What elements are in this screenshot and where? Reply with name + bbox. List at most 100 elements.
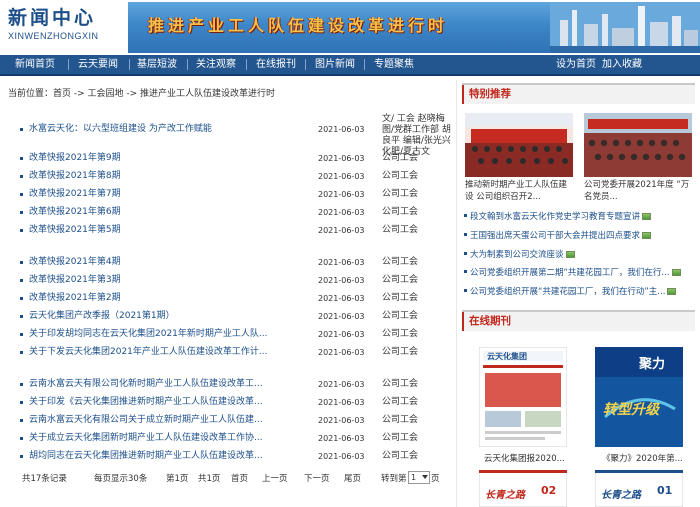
article-title[interactable]: 关于印发胡均同志在云天化集团2021年新时期产业工人队... <box>29 327 309 342</box>
article-title[interactable]: 胡均同志在云天化集团推进新时期产业工人队伍建设改革... <box>29 449 309 464</box>
article-title[interactable]: 改革快报2021年第2期 <box>29 291 309 306</box>
bullet-icon <box>20 315 23 318</box>
pager-first-link[interactable]: 首页 <box>231 472 248 486</box>
nav-separator <box>305 59 306 70</box>
newspaper-cover[interactable]: 云天化集团 <box>478 346 568 448</box>
photo-news-item[interactable]: 公司党委开展2021年度 “万名党员... <box>584 113 692 205</box>
list-item[interactable]: 改革快报2021年第8期 2021-06-03 公司工会 <box>20 169 450 184</box>
nav-item-photo-news[interactable]: 图片新闻 <box>315 55 355 74</box>
list-item[interactable]: 改革快报2021年第6期 2021-06-03 公司工会 <box>20 205 450 220</box>
pager-prev-link[interactable]: 上一页 <box>262 472 288 486</box>
bullet-icon <box>464 289 467 292</box>
bullet-icon <box>20 157 23 160</box>
breadcrumb: 当前位置：首页 -> 工会园地 -> 推进产业工人队伍建设改革进行时 <box>8 89 276 99</box>
page-select[interactable]: 1 <box>408 471 430 484</box>
bullet-icon <box>20 175 23 178</box>
list-item[interactable]: 水富云天化：以六型班组建设 为产改工作赋能 2021-06-03 文/ 工会 赵… <box>20 114 451 157</box>
article-title[interactable]: 云南水富云天有限公司化新时期产业工人队伍建设改革工... <box>29 377 309 392</box>
bullet-icon <box>20 419 23 422</box>
nav-item-home[interactable]: 新闻首页 <box>15 55 55 74</box>
pager-per-page: 每页显示30条 <box>94 474 148 484</box>
article-source: 公司工会 <box>382 171 419 181</box>
recommend-item-title[interactable]: 段文翰到水富云天化作党史学习教育专题宣讲 <box>470 212 640 222</box>
bullet-icon <box>20 401 23 404</box>
list-item[interactable]: 改革快报2021年第9期 2021-06-03 公司工会 <box>20 151 450 166</box>
article-source: 公司工会 <box>382 329 419 339</box>
list-item[interactable]: 胡均同志在云天化集团推进新时期产业工人队伍建设改革... 2021-06-03 … <box>20 449 450 464</box>
journal-issue: 02 <box>541 484 557 497</box>
list-item[interactable]: 改革快报2021年第2期 2021-06-03 公司工会 <box>20 291 450 306</box>
article-title[interactable]: 改革快报2021年第7期 <box>29 187 309 202</box>
list-item[interactable]: 改革快报2021年第5期 2021-06-03 公司工会 <box>20 223 450 238</box>
recommend-item[interactable]: 公司党委组织开展第二期“共建花园工厂，我们在行... <box>462 266 694 280</box>
article-title[interactable]: 云南水富云天化有限公司关于成立新时期产业工人队伍建... <box>29 413 309 428</box>
article-title[interactable]: 改革快报2021年第3期 <box>29 273 309 288</box>
recommend-item-title[interactable]: 公司党委组织开展第二期“共建花园工厂，我们在行... <box>470 268 670 278</box>
photo-news-item[interactable]: 推动新时期产业工人队伍建设 公司组织召开2... <box>465 113 573 205</box>
site-logo[interactable]: 新闻中心 XINWENZHONGXIN <box>8 6 118 50</box>
recommend-item[interactable]: 王国强出席天蛋公司干部大会并提出四点要求 <box>462 229 694 243</box>
online-journals-header: 在线期刊 <box>462 310 695 331</box>
recommend-item[interactable]: 段文翰到水富云天化作党史学习教育专题宣讲 <box>462 210 694 224</box>
article-title[interactable]: 改革快报2021年第9期 <box>29 151 309 166</box>
article-title[interactable]: 云天化集团产改季报（2021第1期） <box>29 309 309 324</box>
pager-total: 共17条记录 <box>22 474 67 484</box>
list-item[interactable]: 改革快报2021年第7期 2021-06-03 公司工会 <box>20 187 450 202</box>
article-date: 2021-06-03 <box>318 154 365 163</box>
magazine-cover[interactable]: 聚力 转型升级 <box>595 347 683 447</box>
article-title[interactable]: 改革快报2021年第4期 <box>29 255 309 270</box>
photo-caption[interactable]: 公司党委开展2021年度 “万名党员... <box>584 179 692 203</box>
article-date: 2021-06-03 <box>318 172 365 181</box>
magazine-caption[interactable]: 《聚力》2020年第... <box>602 452 683 464</box>
list-item[interactable]: 改革快报2021年第3期 2021-06-03 公司工会 <box>20 273 450 288</box>
nav-item-focus[interactable]: 关注观察 <box>196 55 236 74</box>
article-title[interactable]: 改革快报2021年第6期 <box>29 205 309 220</box>
pager-last-link[interactable]: 尾页 <box>344 472 361 486</box>
nav-item-headlines[interactable]: 云天要闻 <box>78 55 118 74</box>
journal-masthead: 长青之路 <box>601 490 641 501</box>
article-title[interactable]: 水富云天化：以六型班组建设 为产改工作赋能 <box>29 122 309 137</box>
list-item[interactable]: 云天化集团产改季报（2021第1期） 2021-06-03 公司工会 <box>20 309 450 324</box>
main-nav: 新闻首页 云天要闻 基层短波 关注观察 在线报刊 图片新闻 专题聚焦 设为首页 … <box>0 55 700 76</box>
set-homepage-link[interactable]: 设为首页 <box>556 55 596 74</box>
nav-item-topics[interactable]: 专题聚焦 <box>374 55 414 74</box>
article-title[interactable]: 关于成立云天化集团新时期产业工人队伍建设改革工作协... <box>29 431 309 446</box>
journal-cover[interactable]: 长青之路 02 <box>478 469 568 507</box>
article-title[interactable]: 关于下发云天化集团2021年产业工人队伍建设改革工作计... <box>29 345 309 360</box>
recommend-item-title[interactable]: 公司党委组织开展“共建花园工厂，我们在行动”主... <box>470 287 665 297</box>
factory-skyline-image <box>550 2 700 53</box>
newspaper-cover-image <box>478 346 568 448</box>
bullet-icon <box>20 351 23 354</box>
special-recommend-header: 特别推荐 <box>462 83 695 104</box>
nav-separator <box>129 59 130 70</box>
recommend-item-title[interactable]: 王国强出席天蛋公司干部大会并提出四点要求 <box>470 231 640 241</box>
list-item[interactable]: 关于成立云天化集团新时期产业工人队伍建设改革工作协... 2021-06-03 … <box>20 431 450 446</box>
recommend-item[interactable]: 大为制素到公司交流座谈 <box>462 248 694 262</box>
newspaper-caption[interactable]: 云天化集团报2020... <box>484 452 565 464</box>
bullet-icon <box>464 233 467 236</box>
image-icon <box>565 251 575 258</box>
photo-caption[interactable]: 推动新时期产业工人队伍建设 公司组织召开2... <box>465 179 573 203</box>
meeting-photo <box>465 113 573 177</box>
nav-separator <box>246 59 247 70</box>
journal-cover[interactable]: 长青之路 01 <box>594 469 684 507</box>
article-title[interactable]: 关于印发《云天化集团推进新时期产业工人队伍建设改革... <box>29 395 309 410</box>
nav-item-grassroots[interactable]: 基层短波 <box>137 55 177 74</box>
list-item[interactable]: 云南水富云天化有限公司关于成立新时期产业工人队伍建... 2021-06-03 … <box>20 413 450 428</box>
nav-item-online-papers[interactable]: 在线报刊 <box>256 55 296 74</box>
list-item[interactable]: 改革快报2021年第4期 2021-06-03 公司工会 <box>20 255 450 270</box>
article-title[interactable]: 改革快报2021年第5期 <box>29 223 309 238</box>
recommend-item-title[interactable]: 大为制素到公司交流座谈 <box>470 250 564 260</box>
list-item[interactable]: 关于下发云天化集团2021年产业工人队伍建设改革工作计... 2021-06-0… <box>20 345 450 360</box>
list-item[interactable]: 云南水富云天有限公司化新时期产业工人队伍建设改革工... 2021-06-03 … <box>20 377 450 392</box>
recommend-item[interactable]: 公司党委组织开展“共建花园工厂，我们在行动”主... <box>462 285 694 299</box>
list-item[interactable]: 关于印发《云天化集团推进新时期产业工人队伍建设改革... 2021-06-03 … <box>20 395 450 410</box>
list-item[interactable]: 关于印发胡均同志在云天化集团2021年新时期产业工人队... 2021-06-0… <box>20 327 450 342</box>
article-title[interactable]: 改革快报2021年第8期 <box>29 169 309 184</box>
add-favorite-link[interactable]: 加入收藏 <box>602 55 642 74</box>
pager-next-link[interactable]: 下一页 <box>304 472 330 486</box>
bullet-icon <box>464 252 467 255</box>
article-date: 2021-06-03 <box>318 312 365 321</box>
article-source: 公司工会 <box>382 189 419 199</box>
article-source: 公司工会 <box>382 379 419 389</box>
